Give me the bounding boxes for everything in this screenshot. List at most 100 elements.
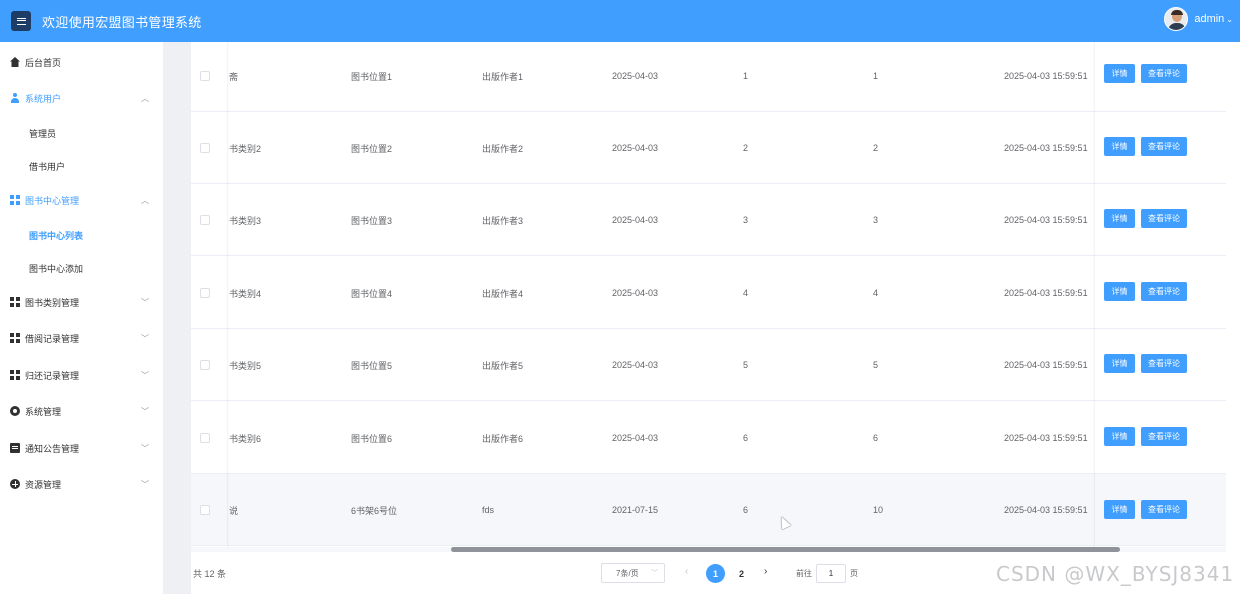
row-checkbox[interactable] — [200, 433, 210, 443]
sidebar-item-return-records[interactable]: 归还记录管理 ﹀ — [0, 362, 163, 388]
row-checkbox[interactable] — [200, 288, 210, 298]
cell-time: 2025-04-03 15:59:51 — [1004, 215, 1088, 225]
view-reviews-button[interactable]: 查看评论 — [1141, 282, 1187, 301]
view-reviews-button[interactable]: 查看评论 — [1141, 64, 1187, 83]
table-row: 书类别4 图书位置4 出版作者4 2025-04-03 4 4 2025-04-… — [191, 257, 1226, 329]
view-reviews-button[interactable]: 查看评论 — [1141, 209, 1187, 228]
row-checkbox[interactable] — [200, 215, 210, 225]
watermark: CSDN @WX_BYSJ8341 — [996, 562, 1235, 586]
cell-date: 2025-04-03 — [612, 360, 659, 370]
goto-page-input[interactable]: 1 — [816, 564, 846, 583]
cell-col5: 5 — [743, 360, 749, 370]
next-page-button[interactable]: › — [764, 566, 767, 577]
detail-button[interactable]: 详情 — [1104, 209, 1135, 228]
table-row: 斋 图书位置1 出版作者1 2025-04-03 1 1 2025-04-03 … — [191, 42, 1226, 112]
table-row: 书类别3 图书位置3 出版作者3 2025-04-03 3 3 2025-04-… — [191, 184, 1226, 256]
cell-location: 图书位置4 — [351, 288, 393, 299]
chevron-down-icon[interactable]: ⌄ — [1226, 15, 1233, 24]
sidebar-item-system-settings[interactable]: 系统管理 ﹀ — [0, 398, 163, 424]
sidebar-subitem-book-list[interactable]: 图书中心列表 — [0, 222, 163, 248]
row-checkbox[interactable] — [200, 143, 210, 153]
sidebar-item-borrow-records[interactable]: 借阅记录管理 ﹀ — [0, 325, 163, 351]
cell-col6: 1 — [873, 71, 879, 81]
horizontal-scrollbar-thumb[interactable] — [451, 547, 1120, 552]
cell-col6: 2 — [873, 143, 879, 153]
cell-time: 2025-04-03 15:59:51 — [1004, 505, 1088, 515]
cell-category: 斋 — [229, 71, 239, 82]
app-title: 欢迎使用宏盟图书管理系统 — [42, 14, 202, 30]
row-checkbox[interactable] — [200, 505, 210, 515]
view-reviews-button[interactable]: 查看评论 — [1141, 500, 1187, 519]
goto-suffix: 页 — [850, 569, 858, 578]
cell-date: 2021-07-15 — [612, 505, 659, 515]
detail-button[interactable]: 详情 — [1104, 427, 1135, 446]
book-table: 斋 图书位置1 出版作者1 2025-04-03 1 1 2025-04-03 … — [191, 42, 1226, 548]
view-reviews-button[interactable]: 查看评论 — [1141, 137, 1187, 156]
goto-prefix: 前往 — [796, 569, 812, 578]
sidebar-item-label: 图书类别管理 — [25, 297, 80, 308]
cell-location: 图书位置3 — [351, 215, 393, 226]
page-number-2[interactable]: 2 — [732, 564, 751, 583]
cell-col5: 6 — [743, 505, 749, 515]
detail-button[interactable]: 详情 — [1104, 64, 1135, 83]
detail-button[interactable]: 详情 — [1104, 282, 1135, 301]
cell-location: 图书位置5 — [351, 360, 393, 371]
cell-date: 2025-04-03 — [612, 288, 659, 298]
sidebar-subitem-book-add[interactable]: 图书中心添加 — [0, 255, 163, 281]
sidebar-item-book-center[interactable]: 图书中心管理 ︿ — [0, 187, 163, 213]
user-icon — [10, 93, 20, 103]
cell-author: 出版作者6 — [482, 433, 524, 444]
cell-author: 出版作者4 — [482, 288, 524, 299]
cell-category: 书类别6 — [229, 433, 262, 444]
chevron-up-icon: ︿ — [141, 195, 149, 205]
sidebar-item-label: 借阅记录管理 — [25, 333, 80, 344]
detail-button[interactable]: 详情 — [1104, 354, 1135, 373]
cell-author: 出版作者2 — [482, 143, 524, 154]
page-number-1[interactable]: 1 — [706, 564, 725, 583]
sidebar-subitem-borrowers[interactable]: 借书用户 — [0, 153, 163, 179]
sidebar-subitem-admin[interactable]: 管理员 — [0, 120, 163, 146]
prev-page-button[interactable]: ‹ — [685, 566, 688, 577]
cell-time: 2025-04-03 15:59:51 — [1004, 360, 1088, 370]
row-checkbox[interactable] — [200, 71, 210, 81]
cell-category: 书类别4 — [229, 288, 262, 299]
cell-col6: 5 — [873, 360, 879, 370]
page-size-select[interactable]: 7条/页 ﹀ — [601, 563, 665, 583]
cell-location: 6书架6号位 — [351, 505, 398, 516]
chevron-down-icon: ﹀ — [141, 370, 149, 380]
sidebar-item-book-category[interactable]: 图书类别管理 ﹀ — [0, 289, 163, 315]
sidebar-item-dashboard[interactable]: 后台首页 — [0, 49, 163, 75]
cell-date: 2025-04-03 — [612, 215, 659, 225]
table-row: 书类别6 图书位置6 出版作者6 2025-04-03 6 6 2025-04-… — [191, 402, 1226, 474]
row-checkbox[interactable] — [200, 360, 210, 370]
detail-button[interactable]: 详情 — [1104, 137, 1135, 156]
user-menu[interactable]: admin ⌄ — [1164, 7, 1233, 31]
view-reviews-button[interactable]: 查看评论 — [1141, 354, 1187, 373]
sidebar-item-notices[interactable]: 通知公告管理 ﹀ — [0, 435, 163, 461]
main-content: 斋 图书位置1 出版作者1 2025-04-03 1 1 2025-04-03 … — [191, 42, 1240, 594]
chevron-down-icon: ﹀ — [651, 570, 658, 577]
sidebar-item-system-users[interactable]: 系统用户 ︿ — [0, 85, 163, 111]
chevron-down-icon: ﹀ — [141, 333, 149, 343]
sidebar-item-resources[interactable]: 资源管理 ﹀ — [0, 471, 163, 497]
gear-icon — [10, 406, 20, 416]
sidebar: 后台首页 系统用户 ︿ 管理员 借书用户 图书中心管理 ︿ 图书中心列表 图书中… — [0, 42, 163, 594]
chevron-down-icon: ﹀ — [141, 479, 149, 489]
detail-button[interactable]: 详情 — [1104, 500, 1135, 519]
avatar[interactable] — [1164, 7, 1189, 31]
user-name[interactable]: admin — [1194, 13, 1224, 25]
cell-date: 2025-04-03 — [612, 143, 659, 153]
sidebar-item-label: 系统管理 — [25, 406, 62, 417]
grid-icon — [10, 195, 20, 205]
view-reviews-button[interactable]: 查看评论 — [1141, 427, 1187, 446]
cell-category: 书类别5 — [229, 360, 262, 371]
grid-icon — [10, 297, 20, 307]
pagination-total: 共 12 条 — [193, 569, 227, 579]
cell-col5: 6 — [743, 433, 749, 443]
table-row: 说 6书架6号位 fds 2021-07-15 6 10 2025-04-03 … — [191, 474, 1226, 546]
cell-author: 出版作者1 — [482, 71, 524, 82]
menu-toggle-button[interactable] — [11, 11, 31, 31]
table-row: 书类别2 图书位置2 出版作者2 2025-04-03 2 2 2025-04-… — [191, 112, 1226, 184]
cell-author: 出版作者3 — [482, 215, 524, 226]
cell-col6: 3 — [873, 215, 879, 225]
